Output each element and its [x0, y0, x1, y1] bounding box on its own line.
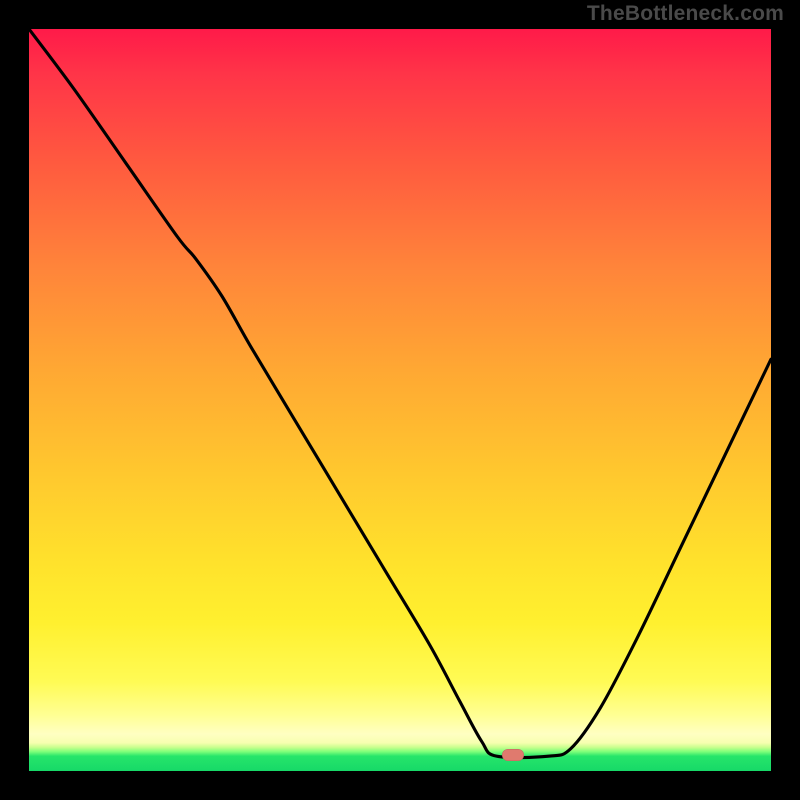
bottleneck-curve [29, 29, 771, 771]
watermark-text: TheBottleneck.com [587, 2, 784, 26]
highlight-marker [502, 749, 524, 761]
plot-area [29, 29, 771, 771]
chart-frame: TheBottleneck.com [0, 0, 800, 800]
